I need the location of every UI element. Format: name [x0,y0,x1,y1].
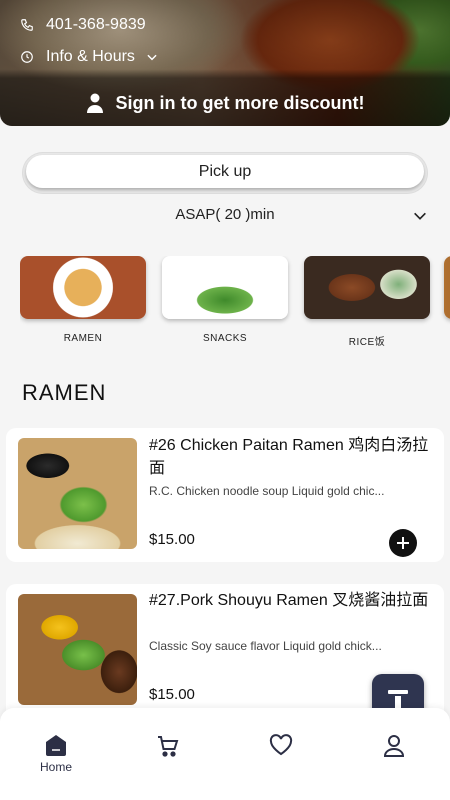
nav-home-label: Home [39,760,72,774]
ramen-image [20,256,146,319]
item-price: $15.00 [149,531,195,548]
category-label: RICE饭 [348,337,386,348]
pickup-time-label: ASAP( 20 )min [175,206,275,223]
home-icon [46,735,66,756]
heart-icon [269,734,293,756]
category-label: SNACKS [202,333,248,344]
category-more[interactable] [444,256,450,319]
seaweed-salad-image [162,256,288,319]
item-image [18,594,137,705]
phone-number: 401-368-9839 [46,16,146,33]
bottom-nav: Home [0,708,450,800]
chevron-down-icon[interactable] [412,210,428,222]
header-hero: 401-368-9839 Info & Hours Sign in to get… [0,0,450,126]
item-image [18,438,137,549]
item-title: #26 Chicken Paitan Ramen 鸡肉白汤拉面 [149,437,429,477]
cart-icon [158,736,179,757]
nav-favorites[interactable] [241,734,321,756]
signin-banner[interactable]: Sign in to get more discount! [0,86,450,120]
pickup-label: Pick up [198,162,252,180]
add-to-cart-button[interactable] [389,529,417,557]
item-description: Classic Soy sauce flavor Liquid gold chi… [149,639,382,653]
info-hours-toggle[interactable]: Info & Hours [20,48,159,66]
chevron-down-icon [147,54,157,61]
info-hours-label: Info & Hours [46,48,135,65]
item-description: R.C. Chicken noodle soup Liquid gold chi… [149,484,385,498]
category-ramen[interactable]: RAMEN [20,256,146,344]
category-image [444,256,450,319]
pickup-button[interactable]: Pick up [26,155,424,188]
nav-cart[interactable] [128,734,208,758]
phone-row[interactable]: 401-368-9839 [20,16,146,34]
category-label: RAMEN [63,333,103,344]
order-mode-switch: Pick up [22,152,428,194]
category-snacks[interactable]: SNACKS [162,256,288,344]
menu-item-card[interactable]: #26 Chicken Paitan Ramen 鸡肉白汤拉面 R.C. Chi… [6,428,444,562]
section-title: RAMEN [22,380,107,405]
user-icon [383,735,405,757]
rice-bowl-image [304,256,430,319]
category-carousel[interactable]: RAMEN SNACKS RICE饭 [20,256,450,352]
clock-icon [21,51,33,63]
signin-text: Sign in to get more discount! [115,92,365,113]
pickup-time-select[interactable]: ASAP( 20 )min [0,206,450,223]
phone-icon [21,19,33,31]
nav-home[interactable]: Home [16,734,96,774]
item-price: $15.00 [149,686,195,703]
category-rice[interactable]: RICE饭 [304,256,430,348]
item-title: #27.Pork Shouyu Ramen 叉烧酱油拉面 [149,592,429,609]
person-icon [86,93,103,113]
nav-profile[interactable] [354,734,434,758]
plus-icon [397,537,409,549]
